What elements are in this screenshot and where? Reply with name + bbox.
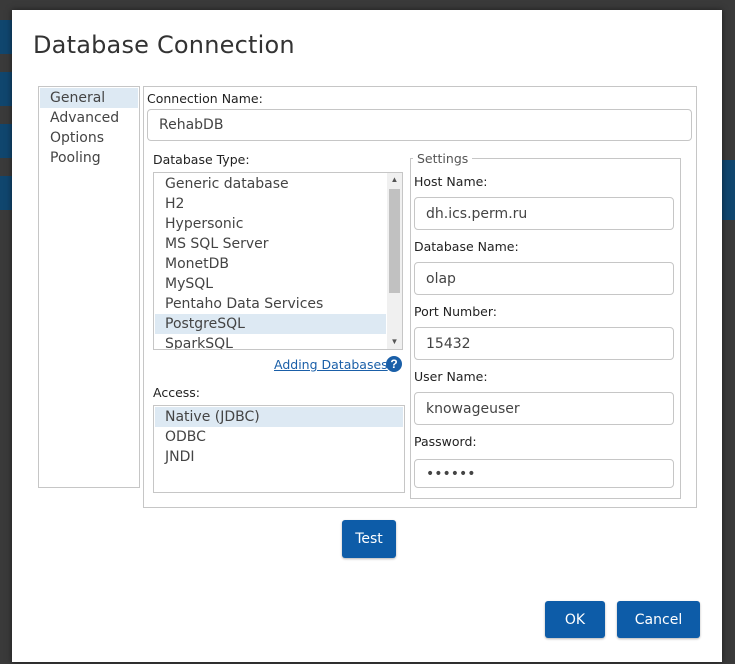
help-icon[interactable]: ? <box>386 356 402 372</box>
list-item[interactable]: MS SQL Server <box>155 234 386 254</box>
list-item[interactable]: Pentaho Data Services <box>155 294 386 314</box>
list-item-selected[interactable]: PostgreSQL <box>155 314 386 334</box>
database-connection-dialog: Database Connection General Advanced Opt… <box>12 10 722 662</box>
list-item[interactable]: Generic database <box>155 174 386 194</box>
database-name-input[interactable]: olap <box>414 262 674 295</box>
cancel-button[interactable]: Cancel <box>617 601 700 638</box>
user-name-label: User Name: <box>414 369 488 384</box>
dialog-title: Database Connection <box>33 31 295 59</box>
access-label: Access: <box>153 385 201 400</box>
list-item[interactable]: JNDI <box>155 447 403 467</box>
list-item[interactable]: MonetDB <box>155 254 386 274</box>
host-name-input[interactable]: dh.ics.perm.ru <box>414 197 674 230</box>
password-input[interactable]: •••••• <box>414 459 674 488</box>
database-type-list[interactable]: Generic database H2 Hypersonic MS SQL Se… <box>153 172 403 350</box>
backdrop-strip <box>0 124 12 158</box>
list-item[interactable]: Hypersonic <box>155 214 386 234</box>
nav-item-pooling[interactable]: Pooling <box>40 148 138 168</box>
scroll-down-arrow-icon[interactable]: ▼ <box>387 335 402 349</box>
list-item[interactable]: H2 <box>155 194 386 214</box>
port-number-input[interactable]: 15432 <box>414 327 674 360</box>
connection-name-label: Connection Name: <box>147 91 263 106</box>
ok-button[interactable]: OK <box>545 601 605 638</box>
host-name-label: Host Name: <box>414 174 488 189</box>
section-nav: General Advanced Options Pooling <box>38 86 140 488</box>
password-label: Password: <box>414 434 477 449</box>
nav-item-general[interactable]: General <box>40 88 138 108</box>
list-item[interactable]: MySQL <box>155 274 386 294</box>
list-item[interactable]: ODBC <box>155 427 403 447</box>
nav-item-options[interactable]: Options <box>40 128 138 148</box>
access-list[interactable]: Native (JDBC) ODBC JNDI <box>153 405 405 493</box>
database-name-label: Database Name: <box>414 239 519 254</box>
backdrop-strip <box>0 20 12 54</box>
test-button[interactable]: Test <box>342 520 396 558</box>
scrollbar-thumb[interactable] <box>389 189 400 293</box>
settings-legend: Settings <box>413 151 473 166</box>
list-item-selected[interactable]: Native (JDBC) <box>155 407 403 427</box>
database-type-label: Database Type: <box>153 152 250 167</box>
backdrop-strip <box>722 160 735 220</box>
adding-databases-link[interactable]: Adding Databases <box>274 357 388 372</box>
backdrop-strip <box>0 72 12 106</box>
connection-name-input[interactable]: RehabDB <box>147 109 692 141</box>
list-item[interactable]: SparkSQL <box>155 334 386 349</box>
general-panel: Connection Name: RehabDB Database Type: … <box>143 86 697 508</box>
scroll-up-arrow-icon[interactable]: ▲ <box>387 173 402 187</box>
database-type-scrollbar[interactable]: ▲ ▼ <box>387 173 402 349</box>
port-number-label: Port Number: <box>414 304 497 319</box>
user-name-input[interactable]: knowageuser <box>414 392 674 425</box>
nav-item-advanced[interactable]: Advanced <box>40 108 138 128</box>
backdrop-strip <box>0 176 12 210</box>
